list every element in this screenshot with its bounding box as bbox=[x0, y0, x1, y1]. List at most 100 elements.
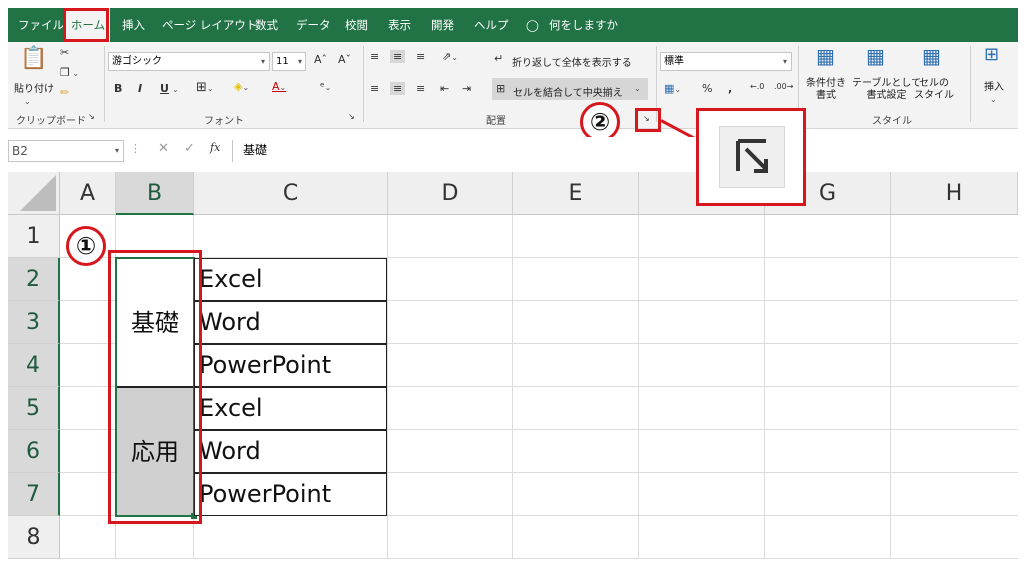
font-color-icon[interactable]: A⌄ bbox=[272, 80, 286, 93]
styles-group-label: スタイル bbox=[872, 116, 912, 127]
increase-indent-icon[interactable]: ⇥ bbox=[462, 82, 471, 95]
copy-icon[interactable]: ❐ ⌄ bbox=[60, 66, 79, 79]
align-left-icon[interactable]: ≡ bbox=[370, 82, 379, 95]
select-all-corner[interactable] bbox=[8, 172, 60, 215]
conditional-format-button[interactable]: 条件付き 書式 bbox=[806, 78, 846, 102]
align-right-icon[interactable]: ≡ bbox=[416, 82, 425, 95]
fill-color-icon[interactable]: ◈⌄ bbox=[234, 80, 249, 93]
column-header-a[interactable]: A bbox=[60, 172, 116, 215]
annotation-marker-1: ① bbox=[66, 226, 106, 266]
column-header-b[interactable]: B bbox=[116, 172, 194, 215]
decrease-font-icon[interactable]: Aˇ bbox=[338, 53, 351, 66]
column-header-c[interactable]: C bbox=[194, 172, 388, 215]
border-icon[interactable]: ⊞⌄ bbox=[196, 80, 214, 95]
tab-review[interactable]: 校閲 bbox=[345, 8, 368, 42]
gridline bbox=[512, 215, 513, 559]
row-header-8[interactable]: 8 bbox=[8, 516, 60, 559]
bold-button[interactable]: B bbox=[114, 82, 122, 95]
row-header-7[interactable]: 7 bbox=[8, 473, 60, 516]
cell-c2[interactable]: Excel bbox=[194, 258, 387, 301]
name-box[interactable]: B2 ▾ bbox=[8, 140, 124, 162]
chevron-down-icon[interactable]: ⌄ bbox=[634, 81, 641, 94]
annotation-marker-2: ② bbox=[580, 102, 620, 142]
row-header-3[interactable]: 3 bbox=[8, 301, 60, 344]
cell-c5[interactable]: Excel bbox=[194, 387, 387, 430]
row-header-5[interactable]: 5 bbox=[8, 387, 60, 430]
top-align-icon[interactable]: ≡ bbox=[370, 50, 379, 63]
cancel-icon[interactable]: ✕ bbox=[158, 141, 169, 156]
row-header-6[interactable]: 6 bbox=[8, 430, 60, 473]
font-group-label: フォント bbox=[204, 116, 244, 127]
insert-button[interactable]: 挿入 bbox=[984, 78, 1004, 93]
enter-icon[interactable]: ✓ bbox=[184, 141, 195, 156]
accounting-format-icon[interactable]: ▦⌄ bbox=[664, 82, 681, 95]
row-header-4[interactable]: 4 bbox=[8, 344, 60, 387]
row-header-1[interactable]: 1 bbox=[8, 215, 60, 258]
cell-c6[interactable]: Word bbox=[194, 430, 387, 473]
launcher-zoom-callout bbox=[696, 108, 806, 206]
gridline bbox=[638, 215, 639, 559]
insert-cells-icon[interactable]: ⊞ bbox=[984, 44, 999, 65]
conditional-format-icon[interactable]: ▦ bbox=[816, 44, 835, 68]
clipboard-launcher-icon[interactable]: ↘ bbox=[88, 112, 95, 121]
tab-formulas[interactable]: 数式 bbox=[255, 8, 278, 42]
merge-icon: ⊞ bbox=[496, 82, 506, 95]
orientation-icon[interactable]: ⇗⌄ bbox=[442, 50, 458, 63]
column-header-e[interactable]: E bbox=[513, 172, 639, 215]
underline-button[interactable]: U bbox=[160, 82, 169, 95]
chevron-down-icon[interactable]: ⌄ bbox=[990, 92, 997, 105]
tell-me-search[interactable]: 何をしますか bbox=[549, 8, 618, 42]
formula-input[interactable]: 基礎 bbox=[232, 140, 1018, 162]
tab-data[interactable]: データ bbox=[296, 8, 331, 42]
merge-center-label: セルを結合して中央揃え bbox=[513, 88, 623, 99]
chevron-down-icon[interactable]: ⌄ bbox=[24, 94, 31, 107]
tab-view[interactable]: 表示 bbox=[388, 8, 411, 42]
format-painter-icon[interactable]: ✏ bbox=[60, 86, 69, 99]
insert-function-button[interactable]: fx bbox=[210, 141, 220, 154]
increase-font-icon[interactable]: Aˆ bbox=[314, 53, 327, 66]
column-header-h[interactable]: H bbox=[891, 172, 1018, 215]
lightbulb-icon: ◯ bbox=[526, 18, 539, 32]
number-format-select[interactable]: 標準 ▾ bbox=[660, 52, 792, 71]
cell-style-icon[interactable]: ▦ bbox=[922, 44, 941, 68]
comma-button[interactable]: , bbox=[728, 82, 732, 95]
cut-icon[interactable]: ✂ bbox=[60, 46, 69, 59]
italic-button[interactable]: I bbox=[138, 82, 142, 95]
format-table-icon[interactable]: ▦ bbox=[866, 44, 885, 68]
tab-insert[interactable]: 挿入 bbox=[122, 8, 145, 42]
column-header-d[interactable]: D bbox=[388, 172, 513, 215]
align-center-icon[interactable]: ≡ bbox=[390, 82, 406, 95]
bottom-align-icon[interactable]: ≡ bbox=[416, 50, 425, 63]
cell-c3[interactable]: Word bbox=[194, 301, 387, 344]
middle-align-icon[interactable]: ≡ bbox=[390, 50, 406, 63]
tab-developer[interactable]: 開発 bbox=[431, 8, 454, 42]
cell-c7[interactable]: PowerPoint bbox=[194, 473, 387, 516]
more-icon: ⋮ bbox=[130, 142, 141, 155]
paste-label[interactable]: 貼り付け bbox=[14, 80, 54, 95]
dialog-launcher-icon bbox=[719, 126, 785, 188]
tab-help[interactable]: ヘルプ bbox=[474, 8, 509, 42]
wrap-text-button[interactable]: 折り返して全体を表示する bbox=[512, 54, 632, 69]
gridline bbox=[764, 215, 765, 559]
phonetic-icon[interactable]: ᵉ⌄ bbox=[320, 80, 331, 93]
font-name-select[interactable]: 游ゴシック ▾ bbox=[108, 52, 270, 71]
paste-icon[interactable]: 📋 bbox=[20, 46, 47, 71]
decrease-indent-icon[interactable]: ⇤ bbox=[440, 82, 449, 95]
percent-button[interactable]: % bbox=[702, 82, 712, 95]
increase-decimal-icon[interactable]: ←.0 bbox=[750, 82, 764, 91]
row-header-2[interactable]: 2 bbox=[8, 258, 60, 301]
clipboard-group-label: クリップボード bbox=[16, 116, 86, 127]
wrap-text-icon[interactable]: ↵ bbox=[494, 52, 503, 65]
font-size-select[interactable]: 11 ▾ bbox=[272, 52, 306, 71]
tab-page-layout[interactable]: ページ レイアウト bbox=[162, 8, 257, 42]
highlight-alignment-launcher bbox=[635, 108, 661, 132]
cell-c4[interactable]: PowerPoint bbox=[194, 344, 387, 387]
chevron-down-icon[interactable]: ⌄ bbox=[172, 82, 179, 95]
group-separator bbox=[970, 46, 971, 122]
cell-styles-button[interactable]: セルの スタイル bbox=[914, 78, 954, 102]
decrease-decimal-icon[interactable]: .00→ bbox=[774, 82, 793, 91]
font-launcher-icon[interactable]: ↘ bbox=[348, 112, 355, 121]
tab-file[interactable]: ファイル bbox=[18, 8, 64, 42]
highlight-merged-range bbox=[108, 250, 202, 524]
format-as-table-button[interactable]: テーブルとして 書式設定 bbox=[852, 78, 921, 102]
